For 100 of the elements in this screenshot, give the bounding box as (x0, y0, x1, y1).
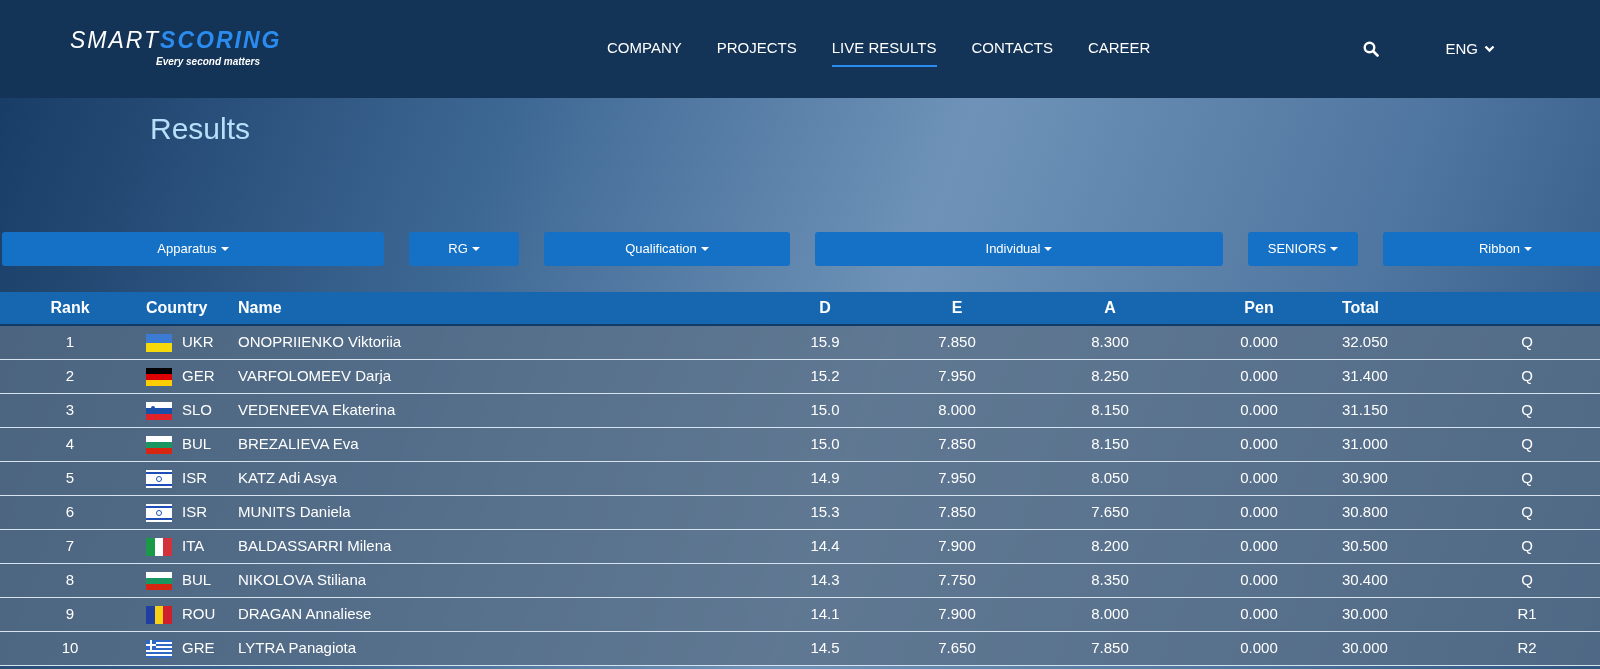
nav-link[interactable]: CONTACTS (971, 30, 1053, 68)
flag-icon (146, 639, 172, 658)
status-cell-text: Q (1520, 400, 1534, 421)
country-code: BUL (182, 570, 212, 591)
flag-icon (146, 469, 172, 488)
score-cell-text: 0.000 (1239, 536, 1279, 557)
total-cell-text: 31.000 (1342, 434, 1389, 455)
score-cell-text: 7.650 (937, 638, 977, 659)
athlete-name: LYTRA Panagiota (238, 638, 358, 659)
athlete-name: VARFOLOMEEV Darja (238, 366, 393, 387)
rank-cell-text: 5 (64, 468, 76, 489)
score-cell-text: 7.850 (1090, 638, 1130, 659)
nav-link[interactable]: PROJECTS (716, 30, 797, 68)
filter-dropdown[interactable]: Ribbon (1383, 232, 1600, 266)
score-cell-text: 7.750 (937, 570, 977, 591)
score-cell-text: 8.000 (1090, 604, 1130, 625)
score-cell-text: 0.000 (1239, 400, 1279, 421)
status-cell-text: Q (1520, 536, 1534, 557)
country-code: ISR (182, 502, 207, 523)
column-header: Pen (1243, 298, 1275, 318)
caret-icon (700, 247, 709, 251)
caret-icon (1044, 247, 1053, 251)
score-cell-text: 14.5 (809, 638, 841, 659)
rank-cell-text: 2 (64, 366, 76, 387)
caret-icon (471, 247, 480, 251)
total-cell-text: 30.000 (1342, 638, 1389, 659)
score-cell-text: 0.000 (1239, 366, 1279, 387)
rank-cell-text: 4 (64, 434, 76, 455)
rank-cell-text: 7 (64, 536, 76, 557)
filter-dropdown[interactable]: Qualification (544, 232, 790, 266)
country-code: SLO (182, 400, 212, 421)
score-cell-text: 7.850 (937, 434, 977, 455)
score-cell-text: 7.850 (937, 502, 977, 523)
column-header: Name (238, 298, 283, 318)
flag-icon (146, 571, 172, 590)
language-dropdown[interactable]: ENG (1445, 37, 1495, 61)
flag-icon (146, 435, 172, 454)
status-cell-text: Q (1520, 332, 1534, 353)
country-code: GRE (182, 638, 215, 659)
column-header: Rank (49, 298, 91, 318)
country-code: GER (182, 366, 215, 387)
status-cell-text: Q (1520, 570, 1534, 591)
rank-cell-text: 10 (60, 638, 80, 659)
total-cell-text: 30.000 (1342, 604, 1389, 625)
rank-cell-text: 3 (64, 400, 76, 421)
total-cell-text: 31.400 (1342, 366, 1389, 387)
caret-icon (1330, 247, 1339, 251)
score-cell-text: 8.000 (937, 400, 977, 421)
nav-link[interactable]: LIVE RESULTS (831, 30, 937, 68)
column-header: Country (145, 298, 209, 318)
column-header: D (818, 298, 832, 318)
athlete-name: DRAGAN Annaliese (238, 604, 373, 625)
filter-dropdown[interactable]: Apparatus (2, 232, 384, 266)
search-icon[interactable] (1363, 41, 1380, 57)
flag-icon (146, 605, 172, 624)
rank-cell-text: 6 (64, 502, 76, 523)
score-cell-text: 0.000 (1239, 434, 1279, 455)
filter-dropdown[interactable]: RG (409, 232, 519, 266)
caret-icon (1524, 247, 1533, 251)
caret-icon (220, 247, 229, 251)
score-cell-text: 14.1 (809, 604, 841, 625)
nav-link[interactable]: COMPANY (607, 30, 682, 68)
flag-icon (146, 503, 172, 522)
rank-cell-text: 1 (64, 332, 76, 353)
score-cell-text: 7.650 (1090, 502, 1130, 523)
score-cell-text: 15.0 (809, 400, 841, 421)
page-title: Results (150, 111, 252, 147)
nav-link[interactable]: CAREER (1087, 30, 1151, 68)
score-cell-text: 15.3 (809, 502, 841, 523)
country-code: ISR (182, 468, 207, 489)
total-cell-text: 30.900 (1342, 468, 1389, 489)
filter-dropdown[interactable]: SENIORS (1248, 232, 1358, 266)
score-cell-text: 8.300 (1090, 332, 1130, 353)
score-cell-text: 7.950 (937, 468, 977, 489)
score-cell-text: 7.850 (937, 332, 977, 353)
score-cell-text: 7.950 (937, 366, 977, 387)
score-cell-text: 8.150 (1090, 400, 1130, 421)
status-cell-text: Q (1520, 468, 1534, 489)
status-cell-text: Q (1520, 502, 1534, 523)
score-cell-text: 0.000 (1239, 570, 1279, 591)
score-cell-text: 8.350 (1090, 570, 1130, 591)
score-cell-text: 15.2 (809, 366, 841, 387)
status-cell-text: Q (1520, 434, 1534, 455)
status-cell-text: Q (1520, 366, 1534, 387)
score-cell-text: 0.000 (1239, 638, 1279, 659)
athlete-name: VEDENEEVA Ekaterina (238, 400, 397, 421)
total-cell-text: 30.400 (1342, 570, 1389, 591)
athlete-name: KATZ Adi Asya (238, 468, 338, 489)
score-cell-text: 0.000 (1239, 502, 1279, 523)
score-cell-text: 0.000 (1239, 468, 1279, 489)
flag-icon (146, 401, 172, 420)
total-cell-text: 30.800 (1342, 502, 1389, 523)
score-cell-text: 14.4 (809, 536, 841, 557)
flag-icon (146, 537, 172, 556)
logo-tagline: Every second matters (156, 55, 260, 69)
total-cell-text: 32.050 (1342, 332, 1389, 353)
filter-dropdown[interactable]: Individual (815, 232, 1223, 266)
logo-wordmark[interactable]: SMARTSCORING (70, 29, 282, 52)
athlete-name: ONOPRIIENKO Viktoriia (238, 332, 403, 353)
status-cell-text: R2 (1516, 638, 1538, 659)
